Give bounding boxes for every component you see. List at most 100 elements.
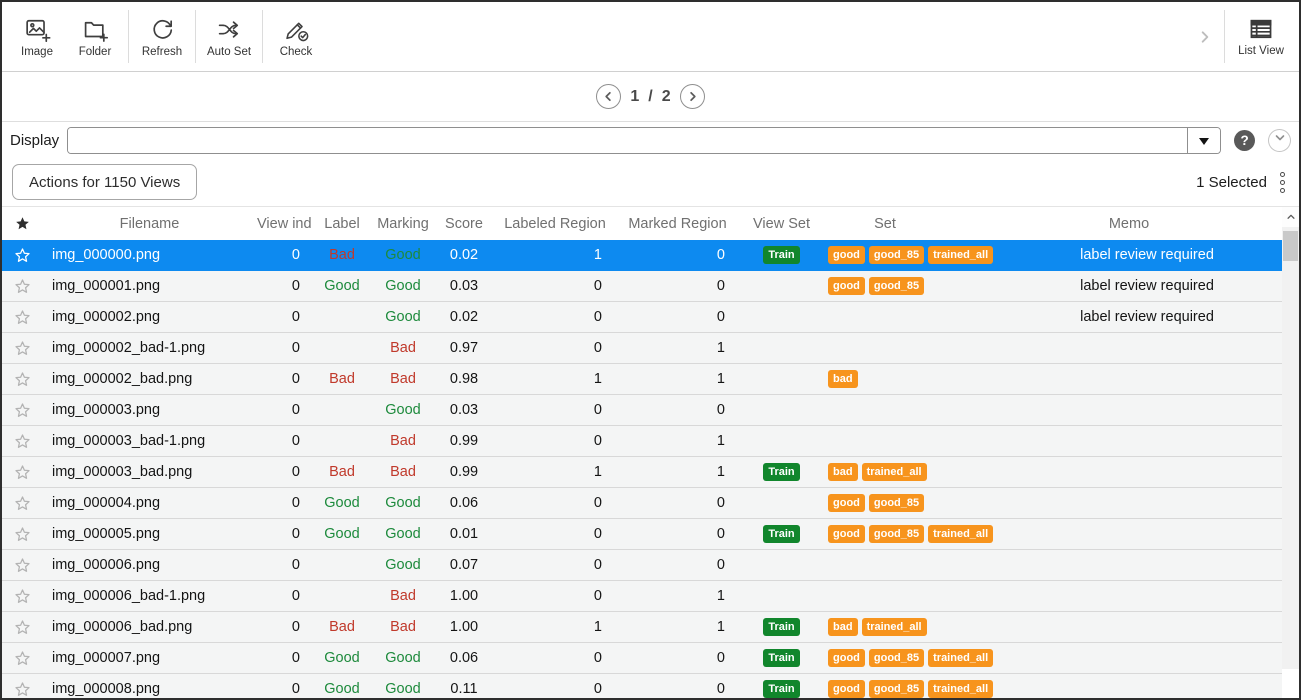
image-add-button[interactable]: Image bbox=[8, 2, 66, 71]
table-row[interactable]: img_000005.png 0 Good Good 0.01 0 0 Trai… bbox=[2, 519, 1282, 550]
table-row[interactable]: img_000003.png 0 Good 0.03 0 0 bbox=[2, 395, 1282, 426]
next-page-button[interactable] bbox=[680, 84, 705, 109]
cell-label: Good bbox=[312, 495, 372, 511]
row-star-icon[interactable] bbox=[2, 246, 42, 265]
page-separator: / bbox=[648, 88, 652, 106]
table-row[interactable]: img_000002_bad-1.png 0 Bad 0.97 0 1 bbox=[2, 333, 1282, 364]
table-row[interactable]: img_000006.png 0 Good 0.07 0 0 bbox=[2, 550, 1282, 581]
cell-view-index: 0 bbox=[257, 433, 312, 449]
views-table: Filename View index Label Marking Score … bbox=[2, 206, 1299, 669]
row-star-icon[interactable] bbox=[2, 587, 42, 606]
kebab-menu-icon[interactable] bbox=[1278, 169, 1287, 196]
set-badge: trained_all bbox=[928, 525, 993, 543]
col-header-memo[interactable]: Memo bbox=[1012, 216, 1282, 232]
table-row[interactable]: img_000001.png 0 Good Good 0.03 0 0 good… bbox=[2, 271, 1282, 302]
col-header-marking[interactable]: Marking bbox=[372, 216, 434, 232]
scroll-up-button[interactable] bbox=[1282, 207, 1299, 227]
row-star-icon[interactable] bbox=[2, 432, 42, 451]
cell-score: 0.97 bbox=[434, 340, 494, 356]
cell-marked-region: 0 bbox=[616, 681, 739, 697]
check-button[interactable]: Check bbox=[267, 2, 325, 71]
table-row[interactable]: img_000003_bad.png 0 Bad Bad 0.99 1 1 Tr… bbox=[2, 457, 1282, 488]
table-row[interactable]: img_000003_bad-1.png 0 Bad 0.99 0 1 bbox=[2, 426, 1282, 457]
table-row[interactable]: img_000002_bad.png 0 Bad Bad 0.98 1 1 ba… bbox=[2, 364, 1282, 395]
view-set-badge: Train bbox=[763, 649, 799, 667]
cell-marking: Bad bbox=[372, 371, 434, 387]
cell-labeled-region: 0 bbox=[494, 309, 616, 325]
cell-marked-region: 0 bbox=[616, 557, 739, 573]
set-badge: good_85 bbox=[869, 525, 924, 543]
table-row[interactable]: img_000006_bad.png 0 Bad Bad 1.00 1 1 Tr… bbox=[2, 612, 1282, 643]
pencil-check-icon bbox=[283, 16, 310, 43]
cell-filename: img_000003_bad.png bbox=[42, 464, 257, 480]
cell-score: 0.99 bbox=[434, 433, 494, 449]
scrollbar-thumb[interactable] bbox=[1283, 231, 1298, 261]
view-set-badge: Train bbox=[763, 680, 799, 698]
col-header-labeled-region[interactable]: Labeled Region bbox=[494, 216, 616, 232]
cell-label: Good bbox=[312, 681, 372, 697]
set-badge: good_85 bbox=[869, 277, 924, 295]
toolbar-item-label: Auto Set bbox=[207, 46, 251, 58]
table-row[interactable]: img_000002.png 0 Good 0.02 0 0 label rev… bbox=[2, 302, 1282, 333]
row-star-icon[interactable] bbox=[2, 649, 42, 668]
row-star-icon[interactable] bbox=[2, 339, 42, 358]
col-header-label[interactable]: Label bbox=[312, 216, 372, 232]
cell-view-index: 0 bbox=[257, 526, 312, 542]
table-row[interactable]: img_000008.png 0 Good Good 0.11 0 0 Trai… bbox=[2, 674, 1282, 700]
cell-label: Good bbox=[312, 278, 372, 294]
table-row[interactable]: img_000007.png 0 Good Good 0.06 0 0 Trai… bbox=[2, 643, 1282, 674]
table-row[interactable]: img_000006_bad-1.png 0 Bad 1.00 0 1 bbox=[2, 581, 1282, 612]
col-header-marked-region[interactable]: Marked Region bbox=[616, 216, 739, 232]
refresh-button[interactable]: Refresh bbox=[133, 2, 191, 71]
cell-filename: img_000001.png bbox=[42, 278, 257, 294]
cell-marked-region: 1 bbox=[616, 619, 739, 635]
cell-filename: img_000002.png bbox=[42, 309, 257, 325]
col-header-view-set[interactable]: View Set bbox=[739, 216, 824, 232]
header-star-icon[interactable] bbox=[2, 215, 42, 232]
cell-score: 0.03 bbox=[434, 402, 494, 418]
row-star-icon[interactable] bbox=[2, 618, 42, 637]
set-badge: trained_all bbox=[928, 680, 993, 698]
row-star-icon[interactable] bbox=[2, 525, 42, 544]
help-button[interactable]: ? bbox=[1234, 130, 1255, 151]
row-star-icon[interactable] bbox=[2, 401, 42, 420]
row-star-icon[interactable] bbox=[2, 556, 42, 575]
cell-filename: img_000002_bad.png bbox=[42, 371, 257, 387]
vertical-scrollbar[interactable] bbox=[1282, 207, 1299, 669]
table-row[interactable]: img_000004.png 0 Good Good 0.06 0 0 good… bbox=[2, 488, 1282, 519]
auto-set-button[interactable]: Auto Set bbox=[200, 2, 258, 71]
row-star-icon[interactable] bbox=[2, 308, 42, 327]
set-badge: good bbox=[828, 649, 865, 667]
cell-view-index: 0 bbox=[257, 650, 312, 666]
folder-add-button[interactable]: Folder bbox=[66, 2, 124, 71]
display-dropdown-button[interactable] bbox=[1187, 128, 1220, 153]
col-header-score[interactable]: Score bbox=[434, 216, 494, 232]
list-view-button[interactable]: List View bbox=[1229, 2, 1293, 71]
col-header-filename[interactable]: Filename bbox=[42, 216, 257, 232]
prev-page-button[interactable] bbox=[596, 84, 621, 109]
cell-marked-region: 0 bbox=[616, 247, 739, 263]
row-star-icon[interactable] bbox=[2, 370, 42, 389]
cell-set: goodgood_85trained_all bbox=[824, 680, 1012, 698]
row-star-icon[interactable] bbox=[2, 680, 42, 699]
cell-view-set: Train bbox=[739, 680, 824, 698]
display-input[interactable] bbox=[68, 128, 1187, 153]
row-star-icon[interactable] bbox=[2, 494, 42, 513]
cell-marking: Good bbox=[372, 557, 434, 573]
table-row[interactable]: img_000000.png 0 Bad Good 0.02 1 0 Train… bbox=[2, 240, 1282, 271]
view-set-badge: Train bbox=[763, 618, 799, 636]
collapse-panel-button[interactable] bbox=[1268, 129, 1291, 152]
row-star-icon[interactable] bbox=[2, 463, 42, 482]
col-header-view-index[interactable]: View index bbox=[257, 216, 312, 232]
cell-view-index: 0 bbox=[257, 309, 312, 325]
col-header-set[interactable]: Set bbox=[824, 216, 1012, 232]
cell-view-index: 0 bbox=[257, 495, 312, 511]
cell-marked-region: 0 bbox=[616, 278, 739, 294]
cell-score: 0.06 bbox=[434, 650, 494, 666]
row-star-icon[interactable] bbox=[2, 277, 42, 296]
toolbar-overflow-chevron[interactable] bbox=[1190, 2, 1220, 71]
actions-button[interactable]: Actions for 1150 Views bbox=[12, 164, 197, 200]
cell-score: 0.99 bbox=[434, 464, 494, 480]
question-mark-icon: ? bbox=[1240, 133, 1248, 148]
table-body: img_000000.png 0 Bad Good 0.02 1 0 Train… bbox=[2, 240, 1299, 700]
